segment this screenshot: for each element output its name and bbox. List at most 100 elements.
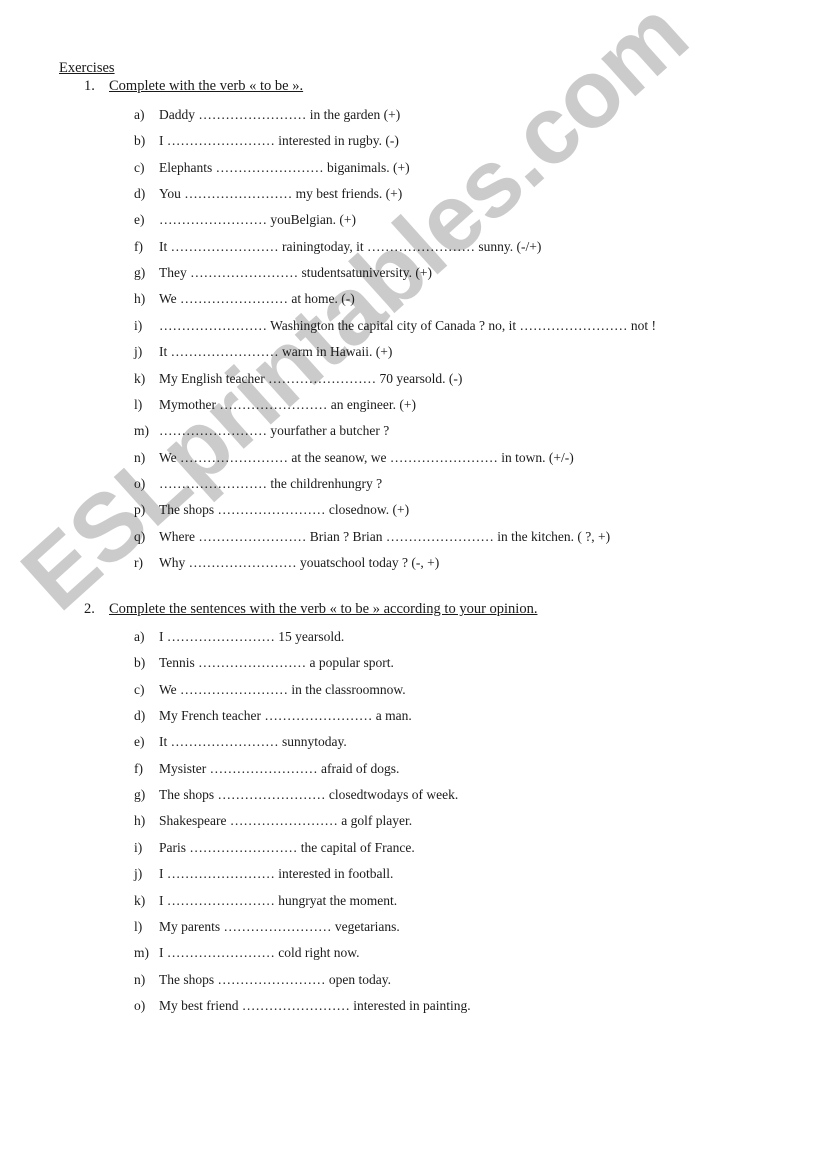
section-number: 1. <box>84 78 95 94</box>
item-label: a) <box>134 629 145 644</box>
item-label: e) <box>134 212 145 228</box>
exercise-item: m) …………………… yourfather a butcher ? <box>134 422 389 440</box>
item-sentence: My best friend …………………… interested in pa… <box>159 997 471 1013</box>
item-label: p) <box>134 502 146 518</box>
exercise-item: a) I …………………… 15 yearsold. <box>134 628 344 646</box>
section-number: 2. <box>84 601 95 617</box>
item-sentence: The shops …………………… open today. <box>159 971 391 987</box>
item-label: j) <box>134 866 143 882</box>
item-label: g) <box>134 265 146 281</box>
item-sentence: Where …………………… Brian ? Brian …………………… in… <box>159 528 611 544</box>
item-sentence: …………………… youBelgian. (+) <box>159 212 356 228</box>
section-instruction: Complete the sentences with the verb « t… <box>109 601 538 617</box>
item-sentence: They …………………… studentsatuniversity. (+) <box>159 265 432 281</box>
item-label: k) <box>134 892 146 908</box>
exercise-item: c) Elephants …………………… biganimals. (+) <box>134 159 410 177</box>
item-label: a) <box>134 107 145 122</box>
exercise-item: k) I …………………… hungryat the moment. <box>134 892 397 910</box>
exercise-item: f) Mysister …………………… afraid of dogs. <box>134 760 399 778</box>
exercise-item: d) You …………………… my best friends. (+) <box>134 185 402 203</box>
item-sentence: It …………………… rainingtoday, it …………………… su… <box>159 238 542 254</box>
item-sentence: …………………… the childrenhungry ? <box>159 475 383 491</box>
exercise-item: g) They …………………… studentsatuniversity. (+… <box>134 264 432 282</box>
exercise-item: a) Daddy …………………… in the garden (+) <box>134 106 400 124</box>
item-label: f) <box>134 760 143 776</box>
exercise-item: r) Why …………………… youatschool today ? (-, +… <box>134 554 439 572</box>
exercise-item: n) We …………………… at the seanow, we ……………………… <box>134 449 574 467</box>
item-label: l) <box>134 918 143 934</box>
item-label: n) <box>134 449 146 465</box>
exercise-item: l) My parents …………………… vegetarians. <box>134 918 400 936</box>
item-sentence: The shops …………………… closedtwodays of week… <box>159 787 459 803</box>
item-sentence: Shakespeare …………………… a golf player. <box>159 813 413 829</box>
item-sentence: Why …………………… youatschool today ? (-, +) <box>159 554 440 570</box>
item-sentence: Tennis …………………… a popular sport. <box>159 655 394 671</box>
item-label: g) <box>134 787 146 803</box>
item-sentence: We …………………… at home. (-) <box>159 291 355 307</box>
item-label: k) <box>134 370 146 386</box>
exercise-item: i) Paris …………………… the capital of France. <box>134 839 415 857</box>
item-sentence: I …………………… 15 yearsold. <box>159 629 345 644</box>
item-sentence: Mysister …………………… afraid of dogs. <box>159 760 400 776</box>
exercise-item: h) We …………………… at home. (-) <box>134 290 355 308</box>
exercise-item: b) I …………………… interested in rugby. (-) <box>134 132 399 150</box>
item-sentence: You …………………… my best friends. (+) <box>159 186 403 202</box>
item-label: o) <box>134 475 146 491</box>
exercise-item: e) It …………………… sunnytoday. <box>134 733 347 751</box>
exercise-item: d) My French teacher …………………… a man. <box>134 707 412 725</box>
item-sentence: It …………………… sunnytoday. <box>159 734 347 750</box>
item-sentence: We …………………… in the classroomnow. <box>159 681 406 697</box>
section-heading: 1. Complete with the verb « to be ». <box>84 78 303 95</box>
exercise-item: h) Shakespeare …………………… a golf player. <box>134 812 412 830</box>
exercise-item: e) …………………… youBelgian. (+) <box>134 211 356 229</box>
item-label: b) <box>134 133 146 149</box>
item-sentence: The shops …………………… closednow. (+) <box>159 502 410 518</box>
exercise-item: g) The shops …………………… closedtwodays of we… <box>134 786 458 804</box>
item-label: m) <box>134 423 149 439</box>
item-label: r) <box>134 554 143 570</box>
item-label: b) <box>134 655 146 671</box>
document-title: Exercises <box>59 60 115 76</box>
exercise-item: o) …………………… the childrenhungry ? <box>134 475 382 493</box>
item-label: j) <box>134 344 143 360</box>
item-label: e) <box>134 734 145 750</box>
exercise-item: b) Tennis …………………… a popular sport. <box>134 654 394 672</box>
item-label: h) <box>134 291 146 307</box>
item-label: i) <box>134 839 143 855</box>
item-label: i) <box>134 317 143 333</box>
item-label: q) <box>134 528 146 544</box>
item-label: f) <box>134 238 143 254</box>
item-sentence: Daddy …………………… in the garden (+) <box>159 107 401 122</box>
worksheet-page: ESLprintables.com Exercises 1. Complete w… <box>0 0 826 1169</box>
item-sentence: I …………………… interested in football. <box>159 866 394 882</box>
exercise-item: f) It …………………… rainingtoday, it …………………… … <box>134 238 541 256</box>
item-sentence: I …………………… interested in rugby. (-) <box>159 133 399 149</box>
item-label: m) <box>134 945 149 961</box>
item-sentence: I …………………… hungryat the moment. <box>159 892 398 908</box>
exercise-item: c) We …………………… in the classroomnow. <box>134 681 406 699</box>
item-label: d) <box>134 708 146 724</box>
item-sentence: My English teacher …………………… 70 yearsold.… <box>159 370 463 386</box>
exercise-item: l) Mymother …………………… an engineer. (+) <box>134 396 416 414</box>
item-sentence: It …………………… warm in Hawaii. (+) <box>159 344 393 360</box>
item-sentence: Mymother …………………… an engineer. (+) <box>159 396 416 412</box>
exercise-item: j) It …………………… warm in Hawaii. (+) <box>134 343 392 361</box>
item-label: n) <box>134 971 146 987</box>
exercise-item: p) The shops …………………… closednow. (+) <box>134 501 409 519</box>
section-instruction: Complete with the verb « to be ». <box>109 78 304 94</box>
exercise-item: i) …………………… Washington the capital city o… <box>134 317 656 335</box>
item-sentence: My French teacher …………………… a man. <box>159 708 412 724</box>
exercise-item: o) My best friend …………………… interested in … <box>134 997 471 1015</box>
item-sentence: We …………………… at the seanow, we …………………… i… <box>159 449 574 465</box>
item-sentence: …………………… yourfather a butcher ? <box>159 423 390 439</box>
item-sentence: Paris …………………… the capital of France. <box>159 839 415 855</box>
section-heading: 2. Complete the sentences with the verb «… <box>84 601 537 618</box>
item-label: l) <box>134 396 143 412</box>
exercise-item: j) I …………………… interested in football. <box>134 865 393 883</box>
item-label: d) <box>134 186 146 202</box>
exercise-item: k) My English teacher …………………… 70 yearsol… <box>134 370 462 388</box>
item-sentence: My parents …………………… vegetarians. <box>159 918 400 934</box>
item-sentence: …………………… Washington the capital city of … <box>159 317 656 333</box>
item-label: o) <box>134 997 146 1013</box>
item-label: c) <box>134 681 145 697</box>
